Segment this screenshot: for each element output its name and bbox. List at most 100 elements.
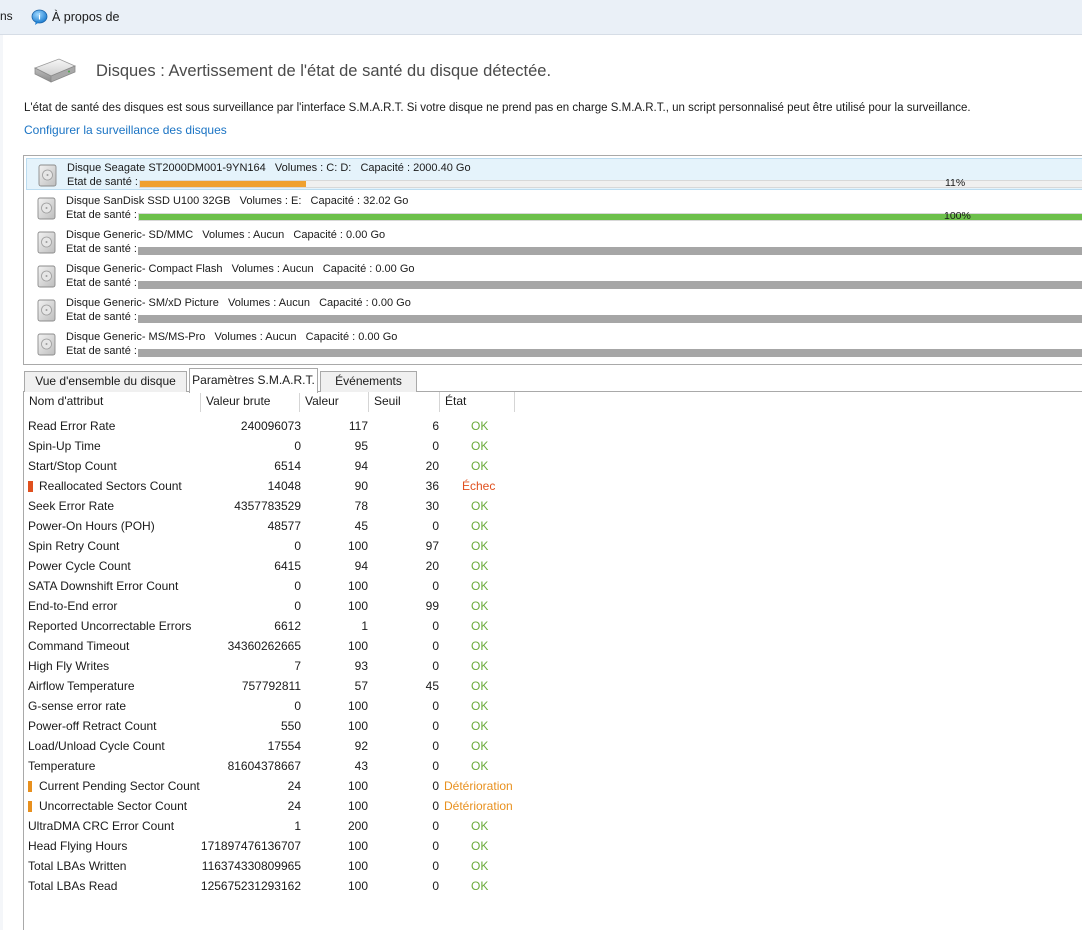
svg-text:i: i [38,12,40,21]
table-row[interactable]: UltraDMA CRC Error Count 1 200 0 OK [24,816,524,836]
table-row[interactable]: Start/Stop Count 6514 94 20 OK [24,456,524,476]
current-value: 92 [354,739,368,753]
disk-row[interactable]: Disque Generic- Compact Flash Volumes : … [26,260,1082,292]
menu-item-about[interactable]: i À propos de [31,6,119,28]
configure-monitoring-link[interactable]: Configurer la surveillance des disques [24,123,227,137]
attribute-name: Uncorrectable Sector Count [39,799,188,813]
disk-health-bar [138,315,1082,323]
raw-value: 6514 [274,459,301,473]
smart-table: Nom d'attribut Valeur brute Valeur Seuil Éta… [23,392,1082,930]
threshold-value: 0 [432,819,439,833]
attribute-name: Seek Error Rate [28,499,115,513]
current-value: 100 [347,599,368,613]
current-value: 94 [354,559,368,573]
disk-name: Disque Generic- Compact Flash Volumes : … [66,263,415,275]
menu-item-cut[interactable]: ns [0,9,13,23]
attribute-name: Total LBAs Written [28,859,127,873]
table-row[interactable]: Power-On Hours (POH) 48577 45 0 OK [24,516,524,536]
current-value: 45 [354,519,368,533]
table-row[interactable]: Head Flying Hours 171897476136707 100 0 OK [24,836,524,856]
table-row[interactable]: Spin Retry Count 0 100 97 OK [24,536,524,556]
table-row[interactable]: Command Timeout 34360262665 100 0 OK [24,636,524,656]
smart-info-text: L'état de santé des disques est sous sur… [24,102,971,114]
disk-row[interactable]: Disque Generic- MS/MS-Pro Volumes : Aucu… [26,328,1082,360]
table-row[interactable]: Spin-Up Time 0 95 0 OK [24,436,524,456]
page-title: Disques : Avertissement de l'état de san… [96,62,552,80]
status-text: OK [471,559,489,573]
status-text: OK [471,419,489,433]
current-value: 1 [361,619,368,633]
menu-about-label: À propos de [52,10,120,24]
status-text: Détérioration [444,779,513,793]
disk-row[interactable]: Disque Generic- SM/xD Picture Volumes : … [26,294,1082,326]
disk-health-bar [139,180,1082,188]
table-row[interactable]: Uncorrectable Sector Count 24 100 0 Détérior… [24,796,524,816]
table-row[interactable]: Seek Error Rate 4357783529 78 30 OK [24,496,524,516]
disk-health-percent: 100% [944,210,971,222]
raw-value: 0 [294,439,301,453]
threshold-value: 36 [425,479,439,493]
table-row[interactable]: Load/Unload Cycle Count 17554 92 0 OK [24,736,524,756]
disk-health-fill [139,214,1082,220]
col-header-attribute[interactable]: Nom d'attribut [24,392,201,412]
attribute-name: Power-off Retract Count [28,719,157,733]
current-value: 100 [347,579,368,593]
status-text: OK [471,819,489,833]
disk-row[interactable]: Disque Generic- SD/MMC Volumes : Aucun C… [26,226,1082,258]
table-row[interactable]: Airflow Temperature 757792811 57 45 OK [24,676,524,696]
status-text: OK [471,619,489,633]
current-value: 117 [348,419,368,433]
table-row[interactable]: End-to-End error 0 100 99 OK [24,596,524,616]
threshold-value: 20 [425,459,439,473]
status-text: OK [471,719,489,733]
status-text: OK [471,539,489,553]
status-text: OK [471,439,489,453]
table-row[interactable]: Total LBAs Written 116374330809965 100 0 OK [24,856,524,876]
current-value: 93 [354,659,368,673]
table-row[interactable]: Total LBAs Read 125675231293162 100 0 OK [24,876,524,896]
table-row[interactable]: SATA Downshift Error Count 0 100 0 OK [24,576,524,596]
threshold-value: 0 [432,519,439,533]
tab-smart-parameters[interactable]: Paramètres S.M.A.R.T. [189,368,318,393]
disk-name: Disque Generic- SM/xD Picture Volumes : … [66,297,411,309]
table-row[interactable]: Temperature 81604378667 43 0 OK [24,756,524,776]
table-row[interactable]: Reported Uncorrectable Errors 6612 1 0 OK [24,616,524,636]
table-row[interactable]: Read Error Rate 240096073 117 6 OK [24,416,524,436]
disk-drive-icon [38,164,57,187]
raw-value: 6415 [274,559,301,573]
table-row[interactable]: Power Cycle Count 6415 94 20 OK [24,556,524,576]
table-row[interactable]: Reallocated Sectors Count 14048 90 36 Échec [24,476,524,496]
col-header-status[interactable]: État [440,392,515,412]
status-text: OK [471,459,489,473]
raw-value: 125675231293162 [200,879,301,893]
table-row[interactable]: Power-off Retract Count 550 100 0 OK [24,716,524,736]
threshold-value: 0 [432,579,439,593]
attribute-name: Reallocated Sectors Count [39,479,182,493]
disk-row[interactable]: Disque Seagate ST2000DM001-9YN164 Volume… [26,158,1082,190]
tab-overview[interactable]: Vue d'ensemble du disque [24,371,187,392]
col-header-raw-value[interactable]: Valeur brute [201,392,300,412]
disk-name: Disque Generic- MS/MS-Pro Volumes : Aucu… [66,331,398,343]
table-row[interactable]: Current Pending Sector Count 24 100 0 Détéri… [24,776,524,796]
col-header-value[interactable]: Valeur [300,392,369,412]
attribute-name: Power Cycle Count [28,559,131,573]
tab-events[interactable]: Événements [320,371,417,392]
threshold-value: 0 [432,659,439,673]
disk-row[interactable]: Disque SanDisk SSD U100 32GB Volumes : E… [26,192,1082,224]
table-row[interactable]: High Fly Writes 7 93 0 OK [24,656,524,676]
table-row[interactable]: G-sense error rate 0 100 0 OK [24,696,524,716]
current-value: 100 [347,879,368,893]
current-value: 90 [354,479,368,493]
status-flag-icon [28,481,33,492]
status-text: OK [471,859,489,873]
status-text: OK [471,639,489,653]
disk-health-label: Etat de santé : [66,345,137,357]
disk-health-label: Etat de santé : [66,277,137,289]
disk-health-percent: 11% [945,177,966,189]
col-header-threshold[interactable]: Seuil [369,392,440,412]
disk-drive-icon [37,231,56,254]
threshold-value: 0 [432,799,439,813]
current-value: 100 [347,639,368,653]
disk-drive-icon [37,333,56,356]
attribute-name: Load/Unload Cycle Count [28,739,165,753]
